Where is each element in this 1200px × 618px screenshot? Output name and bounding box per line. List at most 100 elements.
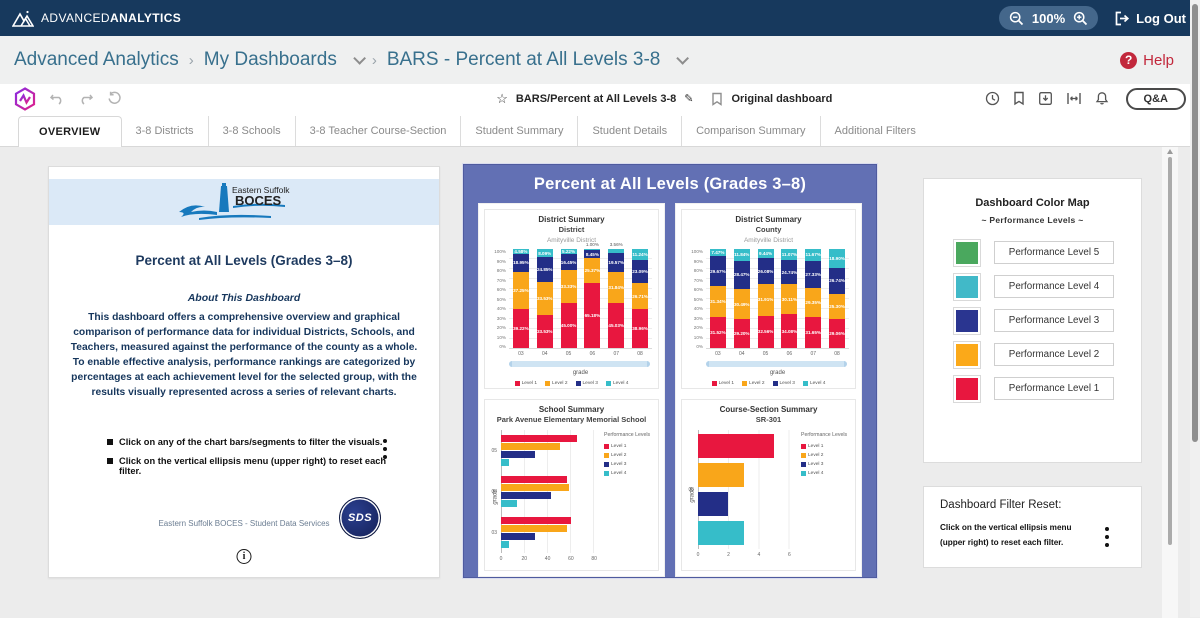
bar-level-3[interactable] xyxy=(698,492,729,516)
level-1-label[interactable]: Performance Level 1 xyxy=(994,377,1114,400)
bar-level-3[interactable] xyxy=(501,492,552,499)
bar-level-2[interactable] xyxy=(501,525,568,532)
bar-segment-level-2[interactable]: 26.71% xyxy=(632,283,649,310)
stacked-bar-08[interactable]: 38.96% 26.71% 23.09% 11.24% xyxy=(632,249,649,348)
bar-segment-level-2[interactable]: 31.34% xyxy=(709,285,726,317)
bar-segment-level-3[interactable]: 28.47% xyxy=(733,260,750,289)
redo-icon[interactable] xyxy=(78,92,94,105)
bar-segment-level-2[interactable]: 37.25% xyxy=(512,272,529,310)
tab-3-8-schools[interactable]: 3-8 Schools xyxy=(209,116,296,146)
history-clock-icon[interactable] xyxy=(985,91,1000,106)
stacked-bar-05[interactable]: 32.56% 31.91% 26.08% 9.44% xyxy=(757,249,774,348)
tab-additional-filters[interactable]: Additional Filters xyxy=(821,116,930,146)
level-5-label[interactable]: Performance Level 5 xyxy=(994,241,1114,264)
level-4-label[interactable]: Performance Level 4 xyxy=(994,275,1114,298)
chevron-down-icon[interactable] xyxy=(353,51,366,65)
undo-icon[interactable] xyxy=(49,92,65,105)
inner-scrollbar-thumb[interactable] xyxy=(1168,157,1172,545)
stacked-bar-08[interactable]: 29.06% 25.30% 26.74% 18.90% xyxy=(829,249,846,348)
bar-level-3[interactable] xyxy=(501,533,535,540)
bar-segment-level-4[interactable]: 11.24% xyxy=(632,249,649,261)
reset-icon[interactable] xyxy=(107,91,122,106)
stacked-bar-06[interactable]: 34.08% 30.11% 24.74% 11.07% xyxy=(781,249,798,348)
stacked-bar-04[interactable]: 29.20% 30.49% 28.47% 11.84% xyxy=(733,249,750,348)
bar-segment-level-1[interactable]: 45.00% xyxy=(560,303,577,348)
stacked-bar-06[interactable]: 65.18% 25.37% 8.45% 1.00% xyxy=(584,242,601,348)
bar-level-4[interactable] xyxy=(501,500,518,507)
bar-segment-level-2[interactable]: 25.37% xyxy=(584,258,601,284)
level-2-swatch[interactable] xyxy=(953,340,981,369)
favorite-star-icon[interactable]: ☆ xyxy=(496,91,508,107)
level-3-swatch[interactable] xyxy=(953,306,981,335)
bar-segment-level-3[interactable]: 27.33% xyxy=(805,260,822,288)
fit-to-width-icon[interactable] xyxy=(1066,91,1082,106)
bookmark-icon[interactable] xyxy=(711,92,723,106)
edit-pencil-icon[interactable]: ✎ xyxy=(684,92,693,105)
bar-segment-level-3[interactable]: 29.67% xyxy=(709,256,726,286)
bar-level-2[interactable] xyxy=(501,484,569,491)
bar-segment-level-2[interactable]: 29.35% xyxy=(805,287,822,317)
bar-segment-level-1[interactable]: 45.03% xyxy=(608,303,625,348)
breadcrumb-current-dashboard[interactable]: BARS - Percent at All Levels 3-8 xyxy=(387,49,661,71)
bar-segment-level-4[interactable]: 11.07% xyxy=(781,249,798,260)
bar-segment-level-3[interactable]: 19.57% xyxy=(608,252,625,272)
level-4-swatch[interactable] xyxy=(953,272,981,301)
inner-scrollbar[interactable] xyxy=(1162,147,1178,618)
stacked-bar-07[interactable]: 45.03% 31.84% 19.57% 3.56% xyxy=(608,242,625,348)
bar-segment-level-4[interactable]: 9.44% xyxy=(757,249,774,259)
tab-comparison-summary[interactable]: Comparison Summary xyxy=(682,116,821,146)
bookmarks-icon[interactable] xyxy=(1013,91,1025,106)
scroll-up-arrow-icon[interactable] xyxy=(1167,149,1173,154)
bar-segment-level-4[interactable]: 18.90% xyxy=(829,249,846,268)
bar-segment-level-2[interactable]: 30.49% xyxy=(733,288,750,320)
stacked-bar-05[interactable]: 45.00% 33.33% 16.45% 5.22% xyxy=(560,249,577,348)
axis-zoom-slider[interactable] xyxy=(509,361,650,367)
bar-segment-level-4[interactable]: 11.84% xyxy=(733,249,750,261)
qa-button[interactable]: Q&A xyxy=(1125,87,1186,110)
bar-segment-level-1[interactable]: 65.18% xyxy=(584,283,601,348)
stacked-bar-07[interactable]: 31.65% 29.35% 27.33% 11.67% xyxy=(805,249,822,348)
bar-segment-level-1[interactable]: 29.06% xyxy=(829,319,846,348)
download-icon[interactable] xyxy=(1038,91,1053,106)
bar-segment-level-1[interactable]: 38.96% xyxy=(632,309,649,348)
bar-segment-level-3[interactable]: 26.08% xyxy=(757,258,774,285)
bar-segment-level-1[interactable]: 34.08% xyxy=(781,314,798,348)
bar-level-1[interactable] xyxy=(501,435,577,442)
stacked-bar-03[interactable]: 31.52% 31.34% 29.67% 7.47% xyxy=(709,249,726,348)
bar-level-4[interactable] xyxy=(698,521,744,545)
bar-segment-level-2[interactable]: 31.91% xyxy=(757,284,774,316)
ellipsis-menu-icon[interactable] xyxy=(383,439,387,459)
tab-student-details[interactable]: Student Details xyxy=(578,116,683,146)
tab-overview[interactable]: OVERVIEW xyxy=(18,116,122,147)
bar-segment-level-3[interactable]: 23.09% xyxy=(632,260,649,283)
bar-segment-level-3[interactable]: 16.45% xyxy=(560,254,577,271)
tab-3-8-teacher-course-section[interactable]: 3-8 Teacher Course-Section xyxy=(296,116,462,146)
bar-level-4[interactable] xyxy=(501,541,510,548)
axis-zoom-slider[interactable] xyxy=(706,361,847,367)
level-3-label[interactable]: Performance Level 3 xyxy=(994,309,1114,332)
bar-segment-level-2[interactable]: 33.53% xyxy=(536,281,553,315)
logout-button[interactable]: Log Out xyxy=(1114,11,1186,26)
bar-segment-level-3[interactable]: 26.74% xyxy=(829,267,846,295)
bar-segment-level-1[interactable]: 31.65% xyxy=(805,316,822,348)
info-icon[interactable]: i xyxy=(236,549,252,564)
bar-segment-level-4[interactable]: 8.09% xyxy=(536,249,553,258)
breadcrumb-my-dashboards[interactable]: My Dashboards xyxy=(204,49,337,71)
bar-segment-level-2[interactable]: 30.11% xyxy=(781,284,798,315)
notifications-bell-icon[interactable] xyxy=(1095,91,1109,106)
bar-segment-level-3[interactable]: 8.45% xyxy=(584,250,601,259)
bar-segment-level-1[interactable]: 31.52% xyxy=(709,316,726,348)
zoom-out-icon[interactable] xyxy=(1009,11,1024,26)
bar-segment-level-1[interactable]: 39.22% xyxy=(512,309,529,348)
level-2-label[interactable]: Performance Level 2 xyxy=(994,343,1114,366)
chevron-down-icon[interactable] xyxy=(676,51,690,65)
bar-segment-level-4[interactable]: 11.67% xyxy=(805,249,822,261)
level-1-swatch[interactable] xyxy=(953,374,981,403)
bar-segment-level-1[interactable]: 33.53% xyxy=(536,314,553,348)
bar-segment-level-3[interactable]: 24.85% xyxy=(536,257,553,282)
tab-student-summary[interactable]: Student Summary xyxy=(461,116,579,146)
level-5-swatch[interactable] xyxy=(953,238,981,267)
breadcrumb-home[interactable]: Advanced Analytics xyxy=(14,49,179,71)
bar-level-1[interactable] xyxy=(698,434,775,458)
bar-level-3[interactable] xyxy=(501,451,535,458)
